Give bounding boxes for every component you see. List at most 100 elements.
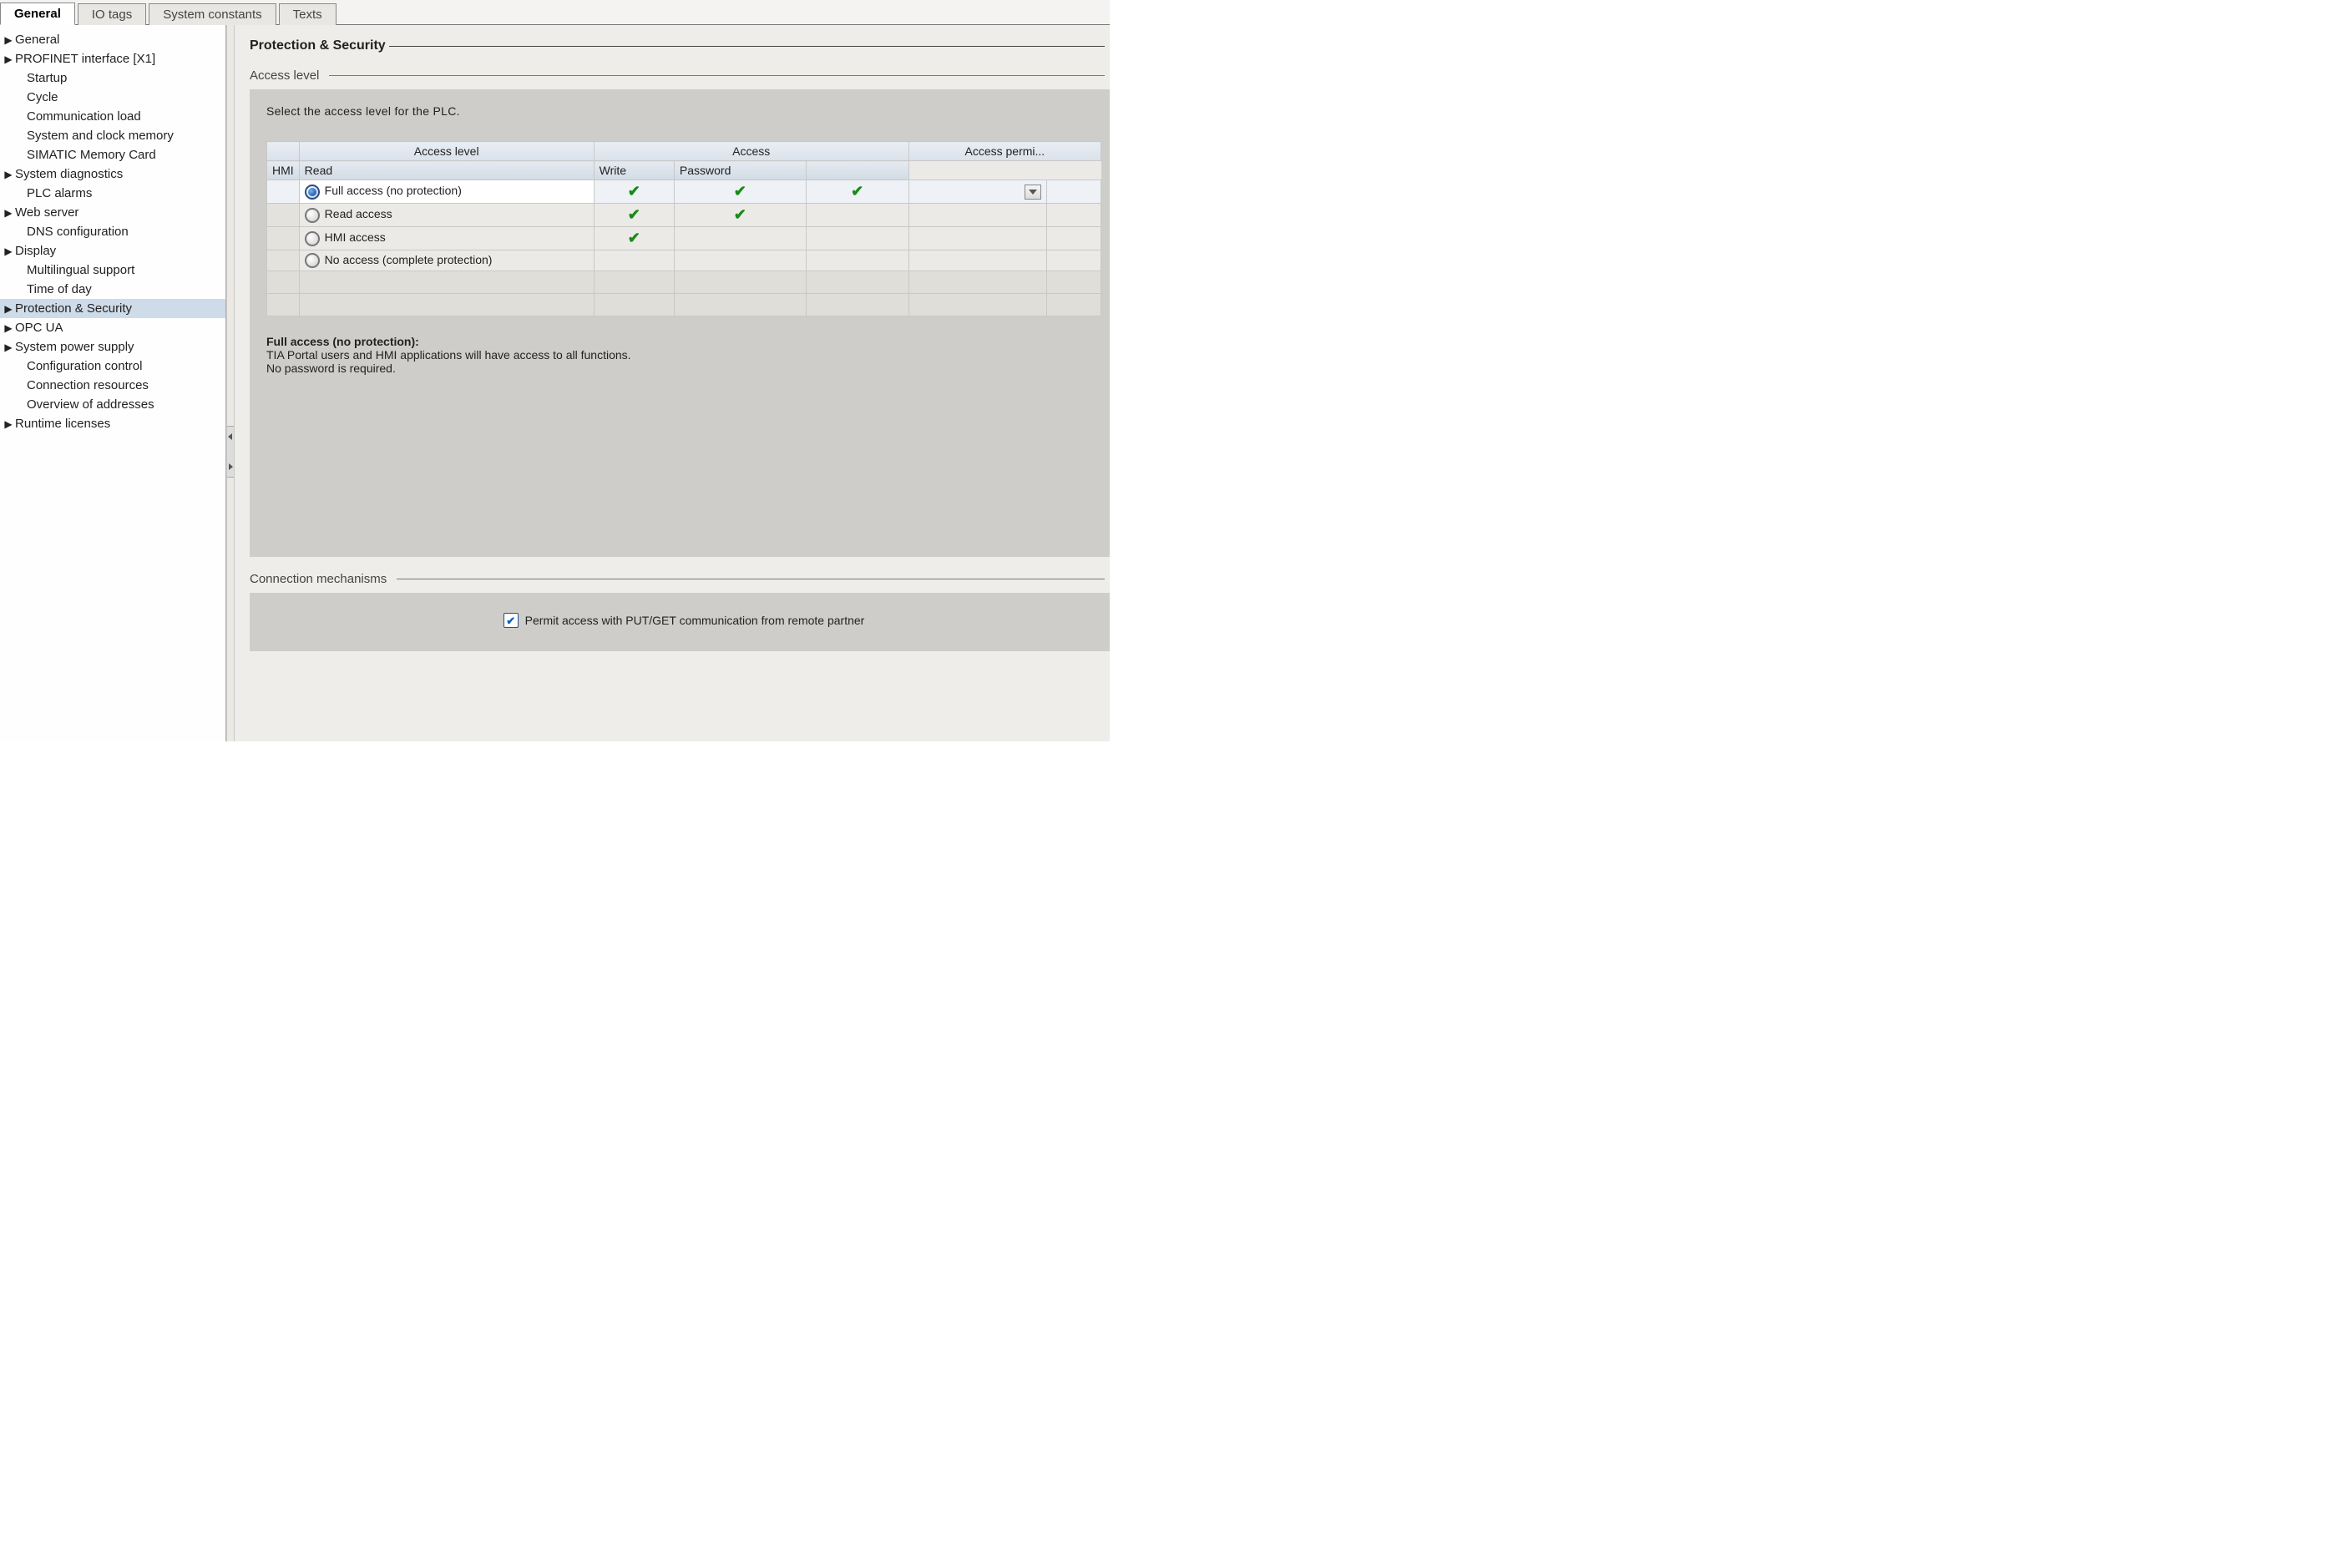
tab-texts[interactable]: Texts xyxy=(279,3,337,25)
sidebar-item-runtime-licenses[interactable]: ▶Runtime licenses xyxy=(0,414,225,433)
page-title-text: Protection & Security xyxy=(250,38,386,53)
password-dropdown-icon[interactable] xyxy=(1025,185,1041,200)
sidebar-item-display[interactable]: ▶Display xyxy=(0,241,225,260)
access-row[interactable]: HMI access✔ xyxy=(267,227,1101,250)
col-access-permission[interactable]: Access permi... xyxy=(908,142,1101,161)
col-password[interactable]: Password xyxy=(674,161,806,180)
sidebar-item-system-diagnostics[interactable]: ▶System diagnostics xyxy=(0,164,225,184)
tab-system-constants[interactable]: System constants xyxy=(149,3,276,25)
tree-arrow-icon[interactable]: ▶ xyxy=(3,322,13,334)
col-write[interactable]: Write xyxy=(594,161,674,180)
access-desc-line1: TIA Portal users and HMI applications wi… xyxy=(266,348,1101,362)
access-row-label-cell[interactable]: Read access xyxy=(299,204,594,227)
col-hmi[interactable]: HMI xyxy=(267,161,300,180)
sidebar-item-cycle[interactable]: Cycle xyxy=(0,88,225,107)
radio-icon[interactable] xyxy=(305,208,320,223)
tab-general[interactable]: General xyxy=(0,3,75,25)
access-write-cell xyxy=(806,204,908,227)
sidebar-item-plc-alarms[interactable]: PLC alarms xyxy=(0,184,225,203)
row-header xyxy=(267,180,300,204)
tree-arrow-icon[interactable]: ▶ xyxy=(3,341,13,353)
sidebar-item-general[interactable]: ▶General xyxy=(0,30,225,49)
sidebar-item-system-power-supply[interactable]: ▶System power supply xyxy=(0,337,225,357)
access-row[interactable]: Full access (no protection) ✔ ✔ ✔ xyxy=(267,180,1101,204)
tree-arrow-icon[interactable]: ▶ xyxy=(3,245,13,257)
access-row-blank xyxy=(267,294,1101,316)
sidebar-item-time-of-day[interactable]: Time of day xyxy=(0,280,225,299)
access-row-label-cell[interactable]: Full access (no protection) xyxy=(299,180,594,204)
access-row-label-cell[interactable]: No access (complete protection) xyxy=(299,250,594,271)
access-row-label-cell[interactable]: HMI access xyxy=(299,227,594,250)
splitter[interactable] xyxy=(226,25,235,741)
row-header xyxy=(267,204,300,227)
access-write-cell: ✔ xyxy=(806,180,908,204)
sidebar-item-dns-configuration[interactable]: DNS configuration xyxy=(0,222,225,241)
row-header xyxy=(267,227,300,250)
tab-io-tags[interactable]: IO tags xyxy=(78,3,146,25)
put-get-checkbox[interactable] xyxy=(504,613,519,628)
row-header xyxy=(267,250,300,271)
access-row[interactable]: No access (complete protection) xyxy=(267,250,1101,271)
trailing-cell xyxy=(1046,227,1101,250)
sidebar-item-protection-security[interactable]: ▶Protection & Security xyxy=(0,299,225,318)
access-level-table: Access level Access Access permi... HMI … xyxy=(266,141,1101,316)
tab-strip: General IO tags System constants Texts xyxy=(0,0,1110,25)
col-access-level[interactable]: Access level xyxy=(299,142,594,161)
check-icon: ✔ xyxy=(628,183,640,200)
password-cell[interactable] xyxy=(908,180,1046,204)
tree-arrow-icon[interactable]: ▶ xyxy=(3,303,13,315)
sidebar-item-label: Display xyxy=(15,244,56,258)
connection-heading-text: Connection mechanisms xyxy=(250,572,387,586)
sidebar-item-profinet-interface-x1[interactable]: ▶PROFINET interface [X1] xyxy=(0,49,225,68)
password-cell[interactable] xyxy=(908,204,1046,227)
sidebar-item-label: Configuration control xyxy=(27,359,142,373)
sidebar-item-overview-of-addresses[interactable]: Overview of addresses xyxy=(0,395,225,414)
sidebar-item-label: SIMATIC Memory Card xyxy=(27,148,156,162)
sidebar-tree[interactable]: ▶General▶PROFINET interface [X1]Startup C… xyxy=(0,25,226,741)
radio-icon[interactable] xyxy=(305,253,320,268)
access-write-cell xyxy=(806,227,908,250)
sidebar-item-label: System and clock memory xyxy=(27,129,174,143)
sidebar-item-configuration-control[interactable]: Configuration control xyxy=(0,357,225,376)
sidebar-item-label: Protection & Security xyxy=(15,301,132,316)
page-title: Protection & Security xyxy=(250,38,1110,53)
access-row-label: No access (complete protection) xyxy=(325,253,493,266)
access-level-heading-text: Access level xyxy=(250,68,319,83)
tree-arrow-icon[interactable]: ▶ xyxy=(3,418,13,430)
sidebar-item-label: Web server xyxy=(15,205,78,220)
tree-arrow-icon[interactable]: ▶ xyxy=(3,34,13,46)
check-icon: ✔ xyxy=(628,206,640,224)
col-read[interactable]: Read xyxy=(299,161,594,180)
check-icon: ✔ xyxy=(734,183,746,200)
access-hmi-cell xyxy=(594,250,674,271)
sidebar-item-label: Cycle xyxy=(27,90,58,104)
access-read-cell xyxy=(674,250,806,271)
sidebar-item-label: DNS configuration xyxy=(27,225,129,239)
access-row[interactable]: Read access✔✔ xyxy=(267,204,1101,227)
password-cell[interactable] xyxy=(908,227,1046,250)
password-cell[interactable] xyxy=(908,250,1046,271)
sidebar-item-opc-ua[interactable]: ▶OPC UA xyxy=(0,318,225,337)
tree-arrow-icon[interactable]: ▶ xyxy=(3,207,13,219)
radio-icon[interactable] xyxy=(305,185,320,200)
access-desc-line2: No password is required. xyxy=(266,362,1101,375)
sidebar-item-web-server[interactable]: ▶Web server xyxy=(0,203,225,222)
sidebar-item-multilingual-support[interactable]: Multilingual support xyxy=(0,260,225,280)
access-level-heading: Access level xyxy=(250,68,1110,83)
sidebar-item-label: Multilingual support xyxy=(27,263,134,277)
main-content: Protection & Security Access level Selec… xyxy=(235,25,1110,741)
sidebar-item-simatic-memory-card[interactable]: SIMATIC Memory Card xyxy=(0,145,225,164)
sidebar-item-connection-resources[interactable]: Connection resources xyxy=(0,376,225,395)
tree-arrow-icon[interactable]: ▶ xyxy=(3,169,13,180)
connection-mechanisms-panel: Permit access with PUT/GET communication… xyxy=(250,593,1110,651)
sidebar-item-system-and-clock-memory[interactable]: System and clock memory xyxy=(0,126,225,145)
splitter-handle-icon[interactable] xyxy=(227,426,234,478)
col-access[interactable]: Access xyxy=(594,142,908,161)
check-icon: ✔ xyxy=(851,183,863,200)
sidebar-item-label: OPC UA xyxy=(15,321,63,335)
sidebar-item-communication-load[interactable]: Communication load xyxy=(0,107,225,126)
tree-arrow-icon[interactable]: ▶ xyxy=(3,53,13,65)
access-level-description: Full access (no protection): TIA Portal … xyxy=(266,335,1101,375)
radio-icon[interactable] xyxy=(305,231,320,246)
sidebar-item-startup[interactable]: Startup xyxy=(0,68,225,88)
